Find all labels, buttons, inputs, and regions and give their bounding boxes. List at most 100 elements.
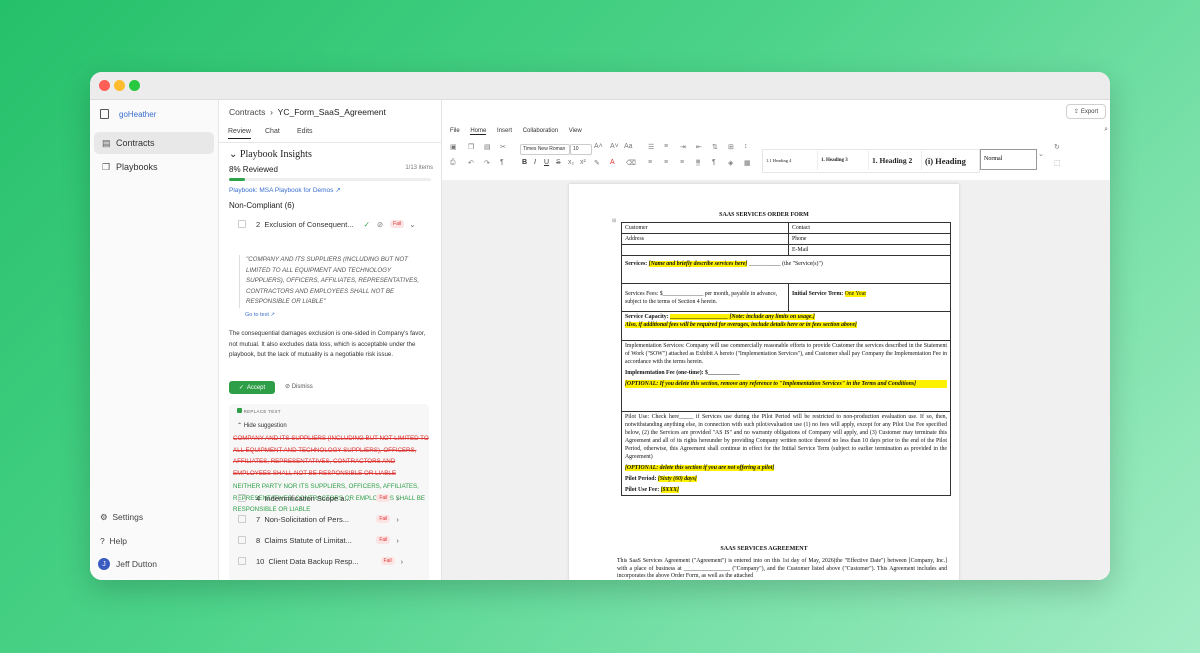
copy-icon[interactable]: ❐: [468, 143, 474, 151]
minimize-window-button[interactable]: [114, 80, 125, 91]
replace-icon: [237, 408, 242, 413]
noncompliant-heading: Non-Compliant (6): [229, 201, 295, 210]
chevron-down-icon[interactable]: ⌄: [409, 220, 415, 229]
chevron-right-icon[interactable]: ›: [401, 557, 404, 566]
issue-row[interactable]: 4 Indemnification Scope a... Fail ›: [233, 490, 433, 506]
clear-format-icon[interactable]: ✂: [500, 143, 506, 151]
menu-file[interactable]: File: [450, 128, 460, 134]
dismiss-button[interactable]: ⊘ Dismiss: [285, 383, 313, 390]
eraser-icon[interactable]: ⌫: [626, 159, 636, 167]
italic-icon[interactable]: I: [534, 159, 536, 166]
issue-row[interactable]: 7 Non-Solicitation of Pers... Fail ›: [233, 511, 433, 527]
underline-icon[interactable]: U: [544, 159, 549, 166]
menu-collaboration[interactable]: Collaboration: [523, 128, 558, 134]
style-heading-3[interactable]: 1. Heading 3: [818, 151, 869, 170]
justify-icon[interactable]: ≡: [696, 159, 701, 166]
search-icon[interactable]: ⌕: [1104, 126, 1108, 134]
settings-link[interactable]: ⚙ Settings: [100, 512, 228, 523]
table-icon[interactable]: ▦: [744, 159, 751, 167]
align-right-icon[interactable]: ≡: [680, 159, 684, 166]
insights-title: Playbook Insights: [239, 149, 312, 160]
insights-header[interactable]: ⌄ Playbook Insights: [229, 149, 312, 160]
go-to-text-link[interactable]: Go to text ↗: [245, 312, 275, 318]
strikethrough-icon[interactable]: S: [556, 159, 561, 166]
accept-label: Accept: [246, 384, 266, 391]
term-label: Initial Service Term:: [792, 291, 844, 297]
grow-font-icon[interactable]: A˄: [594, 143, 603, 150]
font-color-icon[interactable]: A: [610, 159, 615, 166]
sidebar-toggle-icon[interactable]: [100, 109, 109, 119]
font-size-select[interactable]: 10: [570, 144, 592, 155]
breadcrumb-root[interactable]: Contracts: [229, 107, 265, 117]
superscript-icon[interactable]: x²: [580, 159, 586, 166]
chevron-right-icon[interactable]: ›: [396, 536, 399, 545]
shading-icon[interactable]: ◈: [728, 159, 733, 167]
sidebar-item-contracts[interactable]: ▤ Contracts: [94, 132, 214, 154]
numbered-list-icon[interactable]: ≡: [664, 143, 668, 150]
undo-icon[interactable]: ↶: [468, 159, 474, 167]
redo-icon[interactable]: ↷: [484, 159, 490, 167]
sort-icon[interactable]: ⇅: [712, 143, 718, 151]
style-heading-4[interactable]: 1.1 Heading 4: [763, 151, 818, 170]
tab-edits[interactable]: Edits: [297, 128, 313, 135]
tab-review[interactable]: Review: [228, 128, 251, 139]
outdent-icon[interactable]: ⇤: [696, 143, 702, 151]
style-heading-2[interactable]: 1. Heading 2: [869, 151, 922, 170]
save-icon[interactable]: ▣: [450, 143, 457, 151]
document-page[interactable]: SAAS SERVICES ORDER FORM ⊞ Customer Cont…: [569, 184, 959, 580]
shrink-font-icon[interactable]: A˅: [610, 143, 619, 150]
style-normal[interactable]: Normal: [980, 149, 1037, 170]
refresh-icon[interactable]: ↻: [1054, 143, 1060, 151]
chevron-right-icon[interactable]: ›: [396, 515, 399, 524]
title-bar: [90, 72, 1110, 100]
format-painter-icon[interactable]: ¶: [500, 159, 504, 166]
chevron-right-icon[interactable]: ›: [396, 494, 399, 503]
pilot-text: Pilot Use: Check here_____ if Services u…: [625, 414, 947, 460]
paste-icon[interactable]: ▤: [484, 143, 491, 151]
highlight-icon[interactable]: ✎: [594, 159, 600, 167]
dismiss-label: Dismiss: [291, 384, 313, 390]
sidebar-item-playbooks[interactable]: ❐ Playbooks: [94, 156, 214, 178]
issue-checkbox[interactable]: [238, 494, 246, 502]
export-button[interactable]: ⇪ Export: [1066, 104, 1106, 119]
status-badge: Fail: [376, 536, 391, 544]
issue-checkbox[interactable]: [238, 536, 246, 544]
style-heading[interactable]: (i) Heading: [922, 151, 978, 170]
tab-chat[interactable]: Chat: [265, 128, 280, 135]
issue-checkbox[interactable]: [238, 557, 246, 565]
align-center-icon[interactable]: ≡: [664, 159, 668, 166]
issue-row[interactable]: 8 Claims Statute of Limitat... Fail ›: [233, 532, 433, 548]
playbook-link[interactable]: Playbook: MSA Playbook for Demos ↗: [229, 186, 341, 194]
issue-row-open[interactable]: 2 Exclusion of Consequent... ✓ ⊘ Fail ⌄: [233, 216, 433, 232]
indent-icon[interactable]: ⇥: [680, 143, 686, 151]
hide-suggestion-toggle[interactable]: ⌃ Hide suggestion: [237, 422, 287, 429]
sidebar-item-label: Playbooks: [116, 162, 158, 172]
close-window-button[interactable]: [99, 80, 110, 91]
issue-row[interactable]: 10 Client Data Backup Resp... Fail ›: [233, 553, 433, 569]
print-icon[interactable]: ⎙: [450, 159, 456, 167]
chevron-down-icon[interactable]: ⌄: [1038, 150, 1044, 158]
help-link[interactable]: ? Help: [100, 536, 228, 546]
user-menu[interactable]: J Jeff Dutton: [98, 558, 226, 570]
borders-icon[interactable]: ⊞: [728, 143, 734, 151]
menu-insert[interactable]: Insert: [497, 128, 512, 134]
align-left-icon[interactable]: ≡: [648, 159, 652, 166]
menu-view[interactable]: View: [569, 128, 582, 134]
subscript-icon[interactable]: x₂: [568, 159, 574, 166]
hide-icon[interactable]: ⊘: [377, 220, 383, 229]
accept-button[interactable]: ✓ Accept: [229, 381, 275, 394]
select-icon[interactable]: ⬚: [1054, 159, 1061, 167]
paragraph-marks-icon[interactable]: ¶: [712, 159, 716, 166]
bullet-list-icon[interactable]: ☰: [648, 143, 654, 151]
menu-home[interactable]: Home: [470, 128, 487, 135]
issue-checkbox[interactable]: [238, 515, 246, 523]
change-case-icon[interactable]: Aa: [624, 143, 633, 150]
line-spacing-icon[interactable]: ↕: [744, 143, 748, 150]
maximize-window-button[interactable]: [129, 80, 140, 91]
font-select[interactable]: Times New Roman: [520, 144, 570, 155]
bold-icon[interactable]: B: [522, 159, 527, 166]
brand[interactable]: goHeather: [100, 109, 156, 119]
issue-checkbox[interactable]: [238, 220, 246, 228]
check-icon[interactable]: ✓: [364, 220, 370, 229]
table-move-icon[interactable]: ⊞: [612, 218, 616, 224]
